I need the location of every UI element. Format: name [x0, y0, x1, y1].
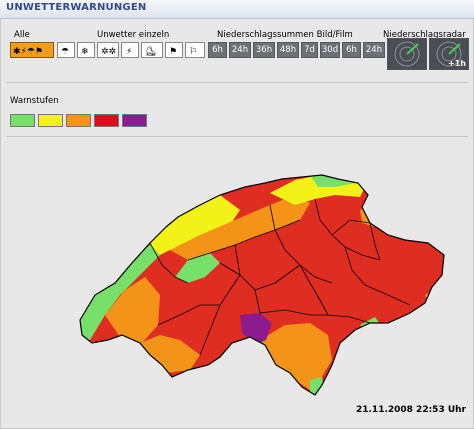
label-niederschlagssummen: Niederschlagssummen Bild/Film [217, 30, 353, 40]
film-6h-button[interactable]: 6h [342, 42, 361, 58]
divider [6, 82, 468, 83]
snowfall-icon: ✲✲ [101, 47, 116, 56]
ice-warning-button[interactable]: ⛸ [141, 42, 163, 58]
svg-text:⛸: ⛸ [145, 46, 156, 56]
precip-36h-button[interactable]: 36h [253, 42, 275, 58]
divider [6, 136, 468, 137]
legend-swatch-purple[interactable] [122, 114, 147, 127]
all-warnings-icon: ✱⚡☂⚑ [13, 47, 43, 56]
precip-24h-button[interactable]: 24h [229, 42, 251, 58]
precip-7d-button[interactable]: 7d [301, 42, 318, 58]
precip-30d-button[interactable]: 30d [320, 42, 340, 58]
wind-flag-icon: ⚑ [169, 47, 177, 56]
radar-current-button[interactable] [387, 38, 427, 70]
svg-text:☂: ☂ [61, 47, 69, 56]
timestamp: 21.11.2008 22:53 Uhr [355, 405, 466, 415]
snow-warning-button[interactable]: ❄ [77, 42, 95, 58]
legend-swatch-red[interactable] [94, 114, 119, 127]
lightning-icon: ⚡ [126, 47, 132, 56]
svg-text:❄: ❄ [81, 47, 89, 56]
svg-text:⚐: ⚐ [189, 47, 197, 56]
storm-warning-button[interactable]: ⚐ [185, 42, 205, 58]
precip-6h-button[interactable]: 6h [208, 42, 227, 58]
wind-warning-button[interactable]: ⚑ [165, 42, 183, 58]
precip-48h-button[interactable]: 48h [277, 42, 299, 58]
snow-icon: ❄ [81, 47, 89, 56]
legend-swatch-orange[interactable] [66, 114, 91, 127]
rain-warning-button[interactable]: ☂ [57, 42, 75, 58]
film-24h-button[interactable]: 24h [363, 42, 385, 58]
snowfall-warning-button[interactable]: ✲✲ [97, 42, 119, 58]
switzerland-map [79, 174, 445, 396]
storm-flag-icon: ⚐ [189, 47, 197, 56]
title-bar: UNWETTERWARNUNGEN [0, 0, 474, 19]
legend-swatch-green[interactable] [10, 114, 35, 127]
svg-text:⚡: ⚡ [126, 47, 132, 56]
legend-swatch-yellow[interactable] [38, 114, 63, 127]
rain-icon: ☂ [61, 47, 69, 56]
label-alle: Alle [14, 30, 30, 40]
ice-icon: ⛸ [145, 46, 156, 56]
label-unwetter-einzeln: Unwetter einzeln [97, 30, 170, 40]
svg-text:✲✲: ✲✲ [101, 47, 116, 56]
warning-map [70, 165, 450, 400]
all-warnings-button[interactable]: ✱⚡☂⚑ [10, 42, 54, 58]
page-title: UNWETTERWARNUNGEN [6, 2, 147, 13]
svg-text:⚑: ⚑ [169, 47, 177, 56]
thunderstorm-warning-button[interactable]: ⚡ [121, 42, 139, 58]
radar-icon [394, 41, 420, 67]
legend-title: Warnstufen [10, 96, 59, 106]
radar-plus-label: +1h [448, 59, 466, 68]
radar-forecast-button[interactable]: +1h [429, 38, 469, 70]
svg-text:✱⚡☂⚑: ✱⚡☂⚑ [13, 47, 43, 56]
